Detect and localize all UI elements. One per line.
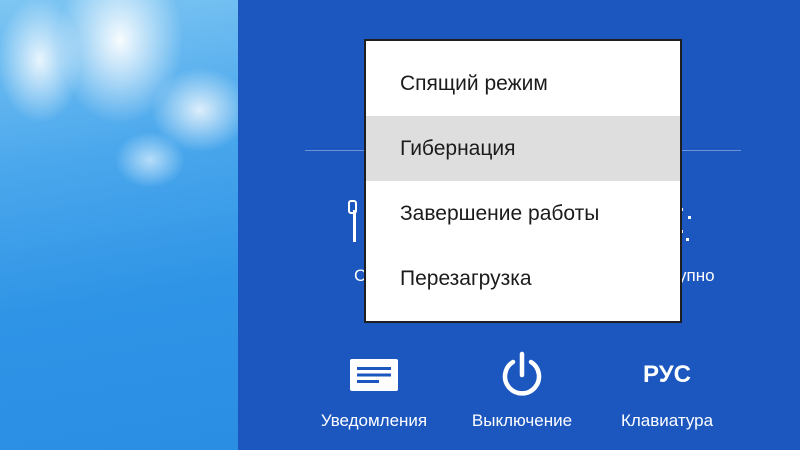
menu-item-restart[interactable]: Перезагрузка (366, 246, 680, 311)
power-button[interactable]: Выключение (452, 345, 592, 440)
keyboard-button[interactable]: РУС Клавиатура (597, 345, 737, 440)
availability-label: упно (678, 266, 715, 285)
power-icon (502, 351, 542, 396)
menu-item-hibernate[interactable]: Гибернация (366, 116, 680, 181)
menu-item-shutdown[interactable]: Завершение работы (366, 181, 680, 246)
notifications-icon (350, 359, 398, 391)
notifications-label: Уведомления (320, 411, 428, 430)
keyboard-label: Клавиатура (620, 411, 714, 430)
power-label: Выключение (471, 411, 573, 430)
keyboard-language-icon: РУС (643, 361, 691, 388)
menu-item-sleep[interactable]: Спящий режим (366, 51, 680, 116)
power-options-menu: Спящий режим Гибернация Завершение работ… (364, 39, 682, 323)
notifications-button[interactable]: Уведомления (304, 345, 444, 440)
desktop-wallpaper (0, 0, 238, 450)
network-icon[interactable] (348, 200, 362, 244)
